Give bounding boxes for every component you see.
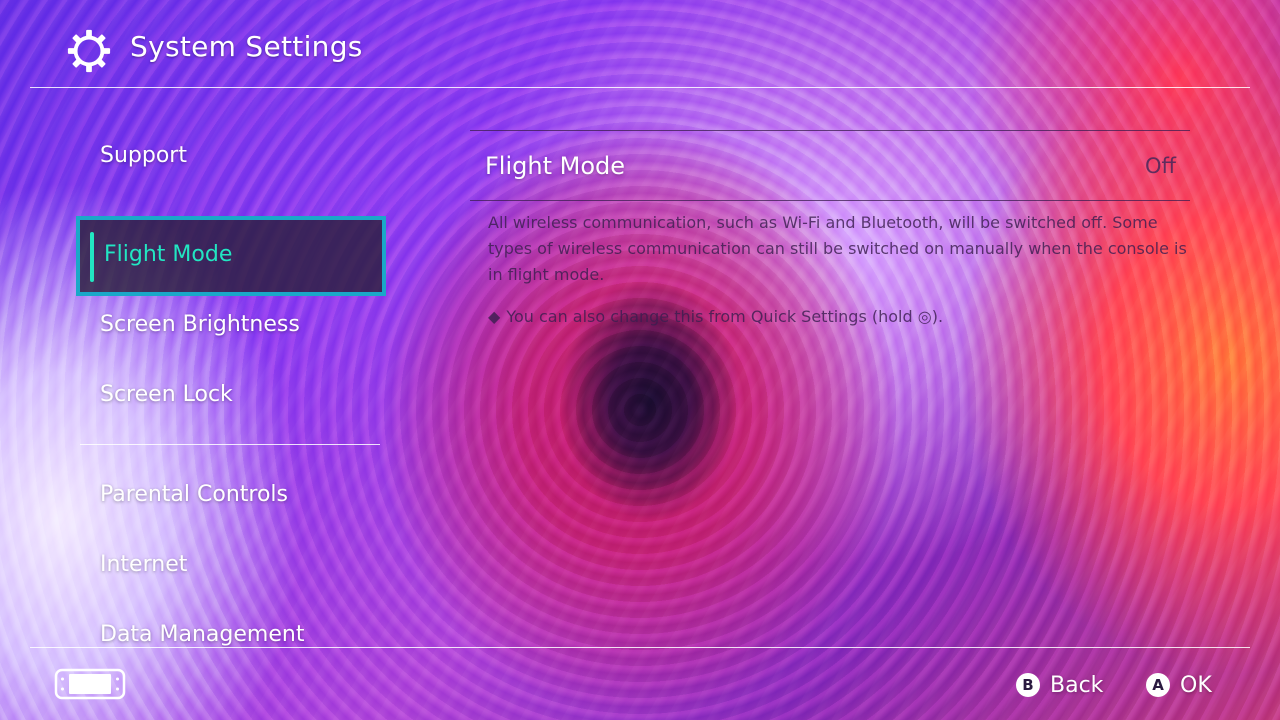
detail-bottom-divider — [470, 200, 1190, 201]
back-label: Back — [1050, 672, 1104, 698]
gear-icon — [67, 29, 111, 73]
sidebar-item-support[interactable]: Support — [100, 143, 187, 168]
setting-value: Off — [1145, 154, 1176, 178]
wallpaper-ridges-secondary — [0, 0, 1280, 720]
sidebar-item-screen-lock[interactable]: Screen Lock — [100, 382, 233, 407]
setting-title: Flight Mode — [485, 152, 626, 180]
ok-button[interactable]: A OK — [1146, 670, 1212, 700]
sidebar-item-internet[interactable]: Internet — [100, 552, 187, 577]
diamond-bullet-icon: ◆ — [488, 307, 501, 326]
system-settings-screen: System Settings Support Flight Mode Scre… — [0, 0, 1280, 720]
detail-top-divider — [470, 130, 1190, 131]
setting-description: All wireless communication, such as Wi-F… — [488, 213, 1187, 284]
quick-settings-note: ◆ You can also change this from Quick Set… — [488, 304, 1188, 330]
b-button-icon: B — [1016, 673, 1040, 697]
footer-divider — [30, 647, 1250, 648]
sidebar-item-parental-controls[interactable]: Parental Controls — [100, 482, 288, 507]
sidebar-divider — [80, 444, 380, 445]
sidebar-item-flight-mode[interactable]: Flight Mode — [76, 216, 386, 296]
ok-label: OK — [1180, 672, 1212, 698]
sidebar-item-data-management[interactable]: Data Management — [100, 622, 304, 647]
a-button-icon: A — [1146, 673, 1170, 697]
page-title: System Settings — [130, 30, 363, 63]
back-button[interactable]: B Back — [1016, 670, 1103, 700]
selection-accent-bar — [90, 232, 94, 282]
header-divider — [30, 87, 1250, 88]
note-text: You can also change this from Quick Sett… — [506, 307, 944, 326]
sidebar-item-screen-brightness[interactable]: Screen Brightness — [100, 312, 300, 337]
sidebar-item-label: Flight Mode — [104, 242, 233, 267]
handheld-console-icon — [54, 668, 126, 700]
header: System Settings — [0, 0, 1280, 88]
